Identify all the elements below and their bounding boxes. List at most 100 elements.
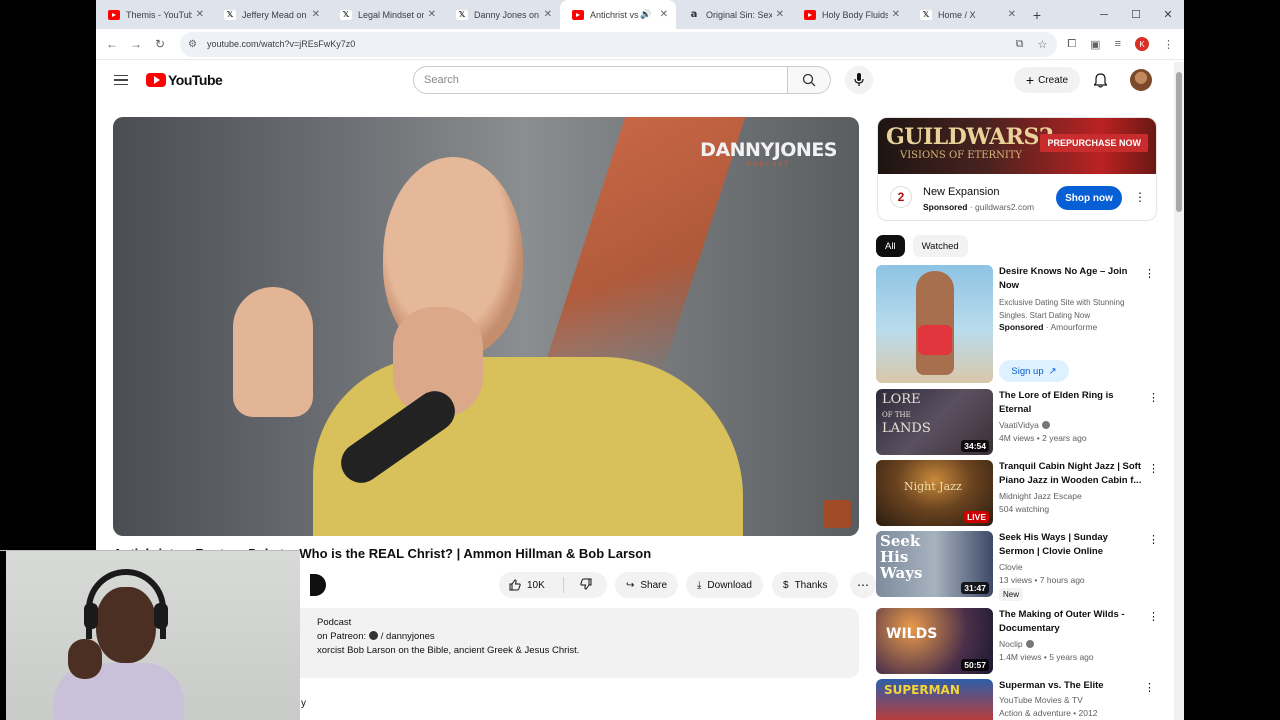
headphones-icon [86, 569, 166, 639]
more-actions-button[interactable]: ⋯ [850, 572, 876, 598]
close-window-icon[interactable]: ✕ [1152, 0, 1184, 29]
browser-tab[interactable]: a Original Sin: Sex ✕ [676, 0, 792, 29]
browser-tab[interactable]: Holy Body Fluids ✕ [792, 0, 908, 29]
recommendation-item[interactable]: LORE OF THE LANDS 34:54 The Lore of Elden … [876, 389, 1166, 455]
ad-banner[interactable]: GUILDWARS2 VISIONS OF ETERNITY PREPURCHA… [878, 118, 1156, 174]
video-thumbnail[interactable]: LORE OF THE LANDS 34:54 [876, 389, 993, 455]
chip-watched[interactable]: Watched [912, 235, 968, 257]
create-label: Create [1038, 74, 1069, 86]
menu-icon[interactable] [114, 74, 128, 86]
recommendation-item[interactable]: WILDS 50:57 The Making of Outer Wilds - … [876, 608, 1166, 674]
browser-tab[interactable]: 𝕏 Danny Jones on X ✕ [444, 0, 560, 29]
video-thumbnail[interactable]: Seek His Ways 31:47 [876, 531, 993, 597]
webcam-overlay [0, 550, 300, 720]
ad-thumbnail[interactable] [876, 265, 993, 383]
rec-meta: 1.4M views • 5 years ago [999, 652, 1094, 662]
kebab-menu-icon[interactable]: ⋮ [1144, 681, 1155, 694]
rec-channel: Noclip [999, 639, 1034, 649]
kebab-menu-icon[interactable]: ⋮ [1144, 267, 1155, 280]
rec-title[interactable]: Tranquil Cabin Night Jazz | Soft Piano J… [999, 460, 1143, 488]
ad-banner-cta[interactable]: PREPURCHASE NOW [1040, 134, 1148, 152]
video-thumbnail[interactable]: WILDS 50:57 [876, 608, 993, 674]
speaker-icon[interactable]: 🔊 [640, 9, 651, 20]
kebab-menu-icon[interactable]: ⋮ [1148, 533, 1159, 546]
rec-title[interactable]: Seek His Ways | Sunday Sermon | Clovie O… [999, 531, 1143, 559]
browser-tab-active[interactable]: Antichrist vs R 🔊 ✕ [560, 0, 676, 29]
patreon-link-text: / dannyjones [380, 631, 435, 642]
search-button[interactable] [788, 66, 831, 94]
scrollbar-thumb[interactable] [1176, 72, 1182, 212]
notifications-button[interactable] [1093, 69, 1107, 91]
channel-name[interactable]: Noclip [999, 639, 1023, 649]
page-scrollbar[interactable] [1174, 62, 1184, 720]
sidebar-ad[interactable]: GUILDWARS2 VISIONS OF ETERNITY PREPURCHA… [877, 117, 1157, 221]
kebab-menu-icon[interactable]: ⋮ [1148, 391, 1159, 404]
rec-title[interactable]: Desire Knows No Age – Join Now [999, 265, 1143, 293]
site-info-icon[interactable]: ⚙ [188, 39, 197, 50]
share-button[interactable]: ↪ Share [615, 572, 679, 598]
new-tab-button[interactable]: + [1024, 7, 1050, 23]
thanks-button[interactable]: $ Thanks [772, 572, 839, 598]
maximize-icon[interactable]: ☐ [1120, 0, 1152, 29]
video-thumbnail[interactable]: SUPERMAN [876, 679, 993, 720]
subscribe-button[interactable] [310, 574, 326, 596]
sign-up-button[interactable]: Sign up ↗ [999, 360, 1069, 382]
rec-channel[interactable]: Clovie [999, 562, 1023, 572]
rec-meta: 504 watching [999, 504, 1050, 514]
back-icon[interactable]: ← [100, 37, 124, 51]
split-view-icon[interactable]: ▣ [1090, 38, 1100, 51]
kebab-menu-icon[interactable]: ⋮ [1148, 462, 1159, 475]
kebab-menu-icon[interactable]: ⋮ [1148, 610, 1159, 623]
download-button[interactable]: ⤓ Download [686, 572, 763, 598]
browser-tab[interactable]: 𝕏 Legal Mindset on X ✕ [328, 0, 444, 29]
close-icon[interactable]: ✕ [776, 9, 784, 20]
sponsored-label: Sponsored [923, 202, 968, 212]
recommendation-item[interactable]: SUPERMAN Superman vs. The Elite YouTube … [876, 679, 1166, 720]
create-button[interactable]: + Create [1014, 67, 1080, 93]
rec-title[interactable]: The Making of Outer Wilds - Documentary [999, 608, 1143, 636]
shop-now-button[interactable]: Shop now [1056, 186, 1122, 210]
search-input[interactable]: Search [413, 66, 788, 94]
close-icon[interactable]: ✕ [1008, 9, 1016, 20]
close-icon[interactable]: ✕ [892, 9, 900, 20]
kebab-menu-icon[interactable]: ⋮ [1134, 190, 1146, 204]
bookmark-star-icon[interactable]: ☆ [1037, 38, 1047, 51]
close-icon[interactable]: ✕ [544, 9, 552, 20]
browser-menu-icon[interactable]: ⋮ [1163, 38, 1174, 51]
reload-icon[interactable]: ↻ [148, 37, 172, 51]
youtube-play-icon [146, 73, 166, 87]
forward-icon[interactable]: → [124, 37, 148, 51]
close-icon[interactable]: ✕ [660, 9, 668, 20]
url-field[interactable]: ⚙ youtube.com/watch?v=jREsFwKy7z0 ⧉ ☆ [180, 31, 1058, 57]
voice-search-button[interactable] [845, 66, 873, 94]
video-thumbnail[interactable]: Night Jazz LIVE [876, 460, 993, 526]
chip-all[interactable]: All [876, 235, 905, 257]
profile-avatar[interactable]: K [1135, 37, 1149, 51]
rec-channel[interactable]: YouTube Movies & TV [999, 695, 1083, 705]
channel-branding-icon[interactable] [823, 500, 851, 528]
patreon-link[interactable]: / dannyjones [368, 631, 435, 642]
close-icon[interactable]: ✕ [428, 9, 436, 20]
close-icon[interactable]: ✕ [312, 9, 320, 20]
channel-name[interactable]: VaatiVidya [999, 420, 1039, 430]
video-player[interactable]: DANNYJONES PODCAST [113, 117, 859, 536]
youtube-logo[interactable]: YouTube [146, 72, 223, 88]
watermark-text: DANNYJONES [700, 139, 837, 161]
extensions-icon[interactable]: ⧠ [1067, 38, 1076, 51]
browser-tab[interactable]: 𝕏 Home / X ✕ [908, 0, 1024, 29]
browser-tab[interactable]: 𝕏 Jeffery Mead on X ✕ [212, 0, 328, 29]
rec-title[interactable]: Superman vs. The Elite [999, 679, 1143, 693]
account-avatar[interactable] [1130, 69, 1152, 91]
recommendation-item[interactable]: Night Jazz LIVE Tranquil Cabin Night Jaz… [876, 460, 1166, 526]
minimize-icon[interactable]: ─ [1088, 0, 1120, 29]
rec-channel[interactable]: Midnight Jazz Escape [999, 491, 1082, 501]
close-icon[interactable]: ✕ [196, 9, 204, 20]
rec-title[interactable]: The Lore of Elden Ring is Eternal [999, 389, 1143, 417]
recommendation-item[interactable]: Seek His Ways 31:47 Seek His Ways | Sunday… [876, 531, 1166, 601]
install-icon[interactable]: ⧉ [1016, 38, 1024, 51]
sponsored-recommendation[interactable]: Desire Knows No Age – Join Now Exclusive… [876, 265, 1166, 383]
dislike-button[interactable] [580, 578, 592, 593]
reading-list-icon[interactable]: ≡ [1115, 38, 1121, 50]
like-button[interactable]: 10K [499, 579, 545, 591]
browser-tab[interactable]: Themis - YouTube ✕ [96, 0, 212, 29]
